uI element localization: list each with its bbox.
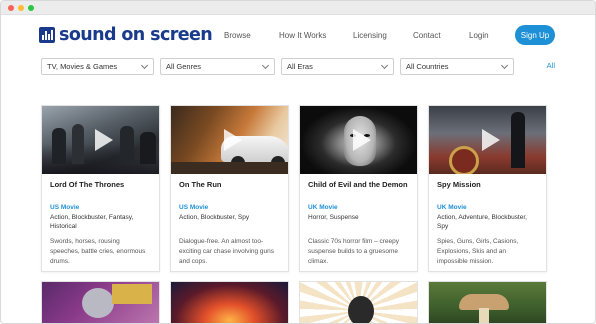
eras-select[interactable]: All Eras	[281, 58, 394, 75]
track-card[interactable]: Child of Evil and the Demon UK Movie Hor…	[299, 105, 418, 272]
card-description: Swords, horses, rousing speeches, battle…	[50, 238, 146, 265]
nav-licensing[interactable]: Licensing	[353, 31, 387, 40]
category-select-value: TV, Movies & Games	[47, 62, 118, 71]
cartoon-rat-image[interactable]	[41, 281, 160, 323]
genres-select-value: All Genres	[166, 62, 202, 71]
chevron-down-icon	[261, 61, 270, 70]
top-navigation: sound on screen Browse How It Works Lice…	[39, 21, 555, 49]
fire-figure-image[interactable]	[170, 281, 289, 323]
card-origin[interactable]: US Movie	[50, 204, 151, 211]
card-origin[interactable]: US Movie	[179, 204, 280, 211]
genres-select[interactable]: All Genres	[160, 58, 275, 75]
nav-contact[interactable]: Contact	[413, 31, 441, 40]
browser-window: sound on screen Browse How It Works Lice…	[0, 0, 596, 324]
card-genres: Horror, Suspense	[308, 214, 359, 221]
child-face-image[interactable]	[300, 106, 417, 174]
countries-select[interactable]: All Countries	[400, 58, 514, 75]
card-genres: Action, Adventure, Blockbuster, Spy	[437, 214, 527, 230]
category-select[interactable]: TV, Movies & Games	[41, 58, 154, 75]
card-title[interactable]: Spy Mission	[437, 180, 538, 200]
chevron-down-icon	[140, 61, 149, 70]
play-icon[interactable]	[223, 129, 242, 151]
sign-up-button[interactable]: Sign Up	[515, 25, 555, 45]
all-filter-link[interactable]: All	[547, 61, 555, 70]
card-description: Classic 70s horror film – creepy suspens…	[308, 238, 400, 265]
track-card[interactable]: On The Run US Movie Action, Blockbuster,…	[170, 105, 289, 272]
card-origin[interactable]: UK Movie	[308, 204, 409, 211]
mushroom-forest-image[interactable]	[428, 281, 547, 323]
nav-login[interactable]: Login	[469, 31, 489, 40]
play-icon[interactable]	[352, 129, 371, 151]
card-genres: Action, Blockbuster, Fantasy, Historical	[50, 214, 134, 230]
card-title[interactable]: Lord Of The Thrones	[50, 180, 151, 200]
play-icon[interactable]	[481, 129, 500, 151]
play-icon[interactable]	[94, 129, 113, 151]
comic-burst-image[interactable]	[299, 281, 418, 323]
countries-select-value: All Countries	[406, 62, 449, 71]
card-origin[interactable]: UK Movie	[437, 204, 538, 211]
nav-how-it-works[interactable]: How It Works	[279, 31, 326, 40]
card-genres: Action, Blockbuster, Spy	[179, 214, 250, 221]
chevron-down-icon	[500, 61, 509, 70]
nav-links: Browse How It Works Licensing Contact Lo…	[39, 21, 555, 49]
battle-scene-image[interactable]	[42, 106, 159, 174]
track-card[interactable]: Lord Of The Thrones US Movie Action, Blo…	[41, 105, 160, 272]
filter-bar: TV, Movies & Games All Genres All Eras A…	[41, 58, 555, 75]
minimize-dot-icon[interactable]	[18, 4, 24, 11]
card-description: Dialogue-free. An almost too-exciting ca…	[179, 238, 275, 265]
close-dot-icon[interactable]	[8, 4, 14, 11]
card-title[interactable]: On The Run	[179, 180, 280, 200]
track-card[interactable]: Spy Mission UK Movie Action, Adventure, …	[428, 105, 547, 272]
window-chrome	[1, 1, 595, 15]
card-description: Spies, Guns, Girls, Casions, Explosions,…	[437, 238, 519, 265]
maximize-dot-icon[interactable]	[28, 4, 34, 11]
car-chase-image[interactable]	[171, 106, 288, 174]
chevron-down-icon	[380, 61, 389, 70]
nav-browse[interactable]: Browse	[224, 31, 251, 40]
spy-casino-image[interactable]	[429, 106, 546, 174]
card-title[interactable]: Child of Evil and the Demon	[308, 180, 409, 200]
eras-select-value: All Eras	[287, 62, 313, 71]
